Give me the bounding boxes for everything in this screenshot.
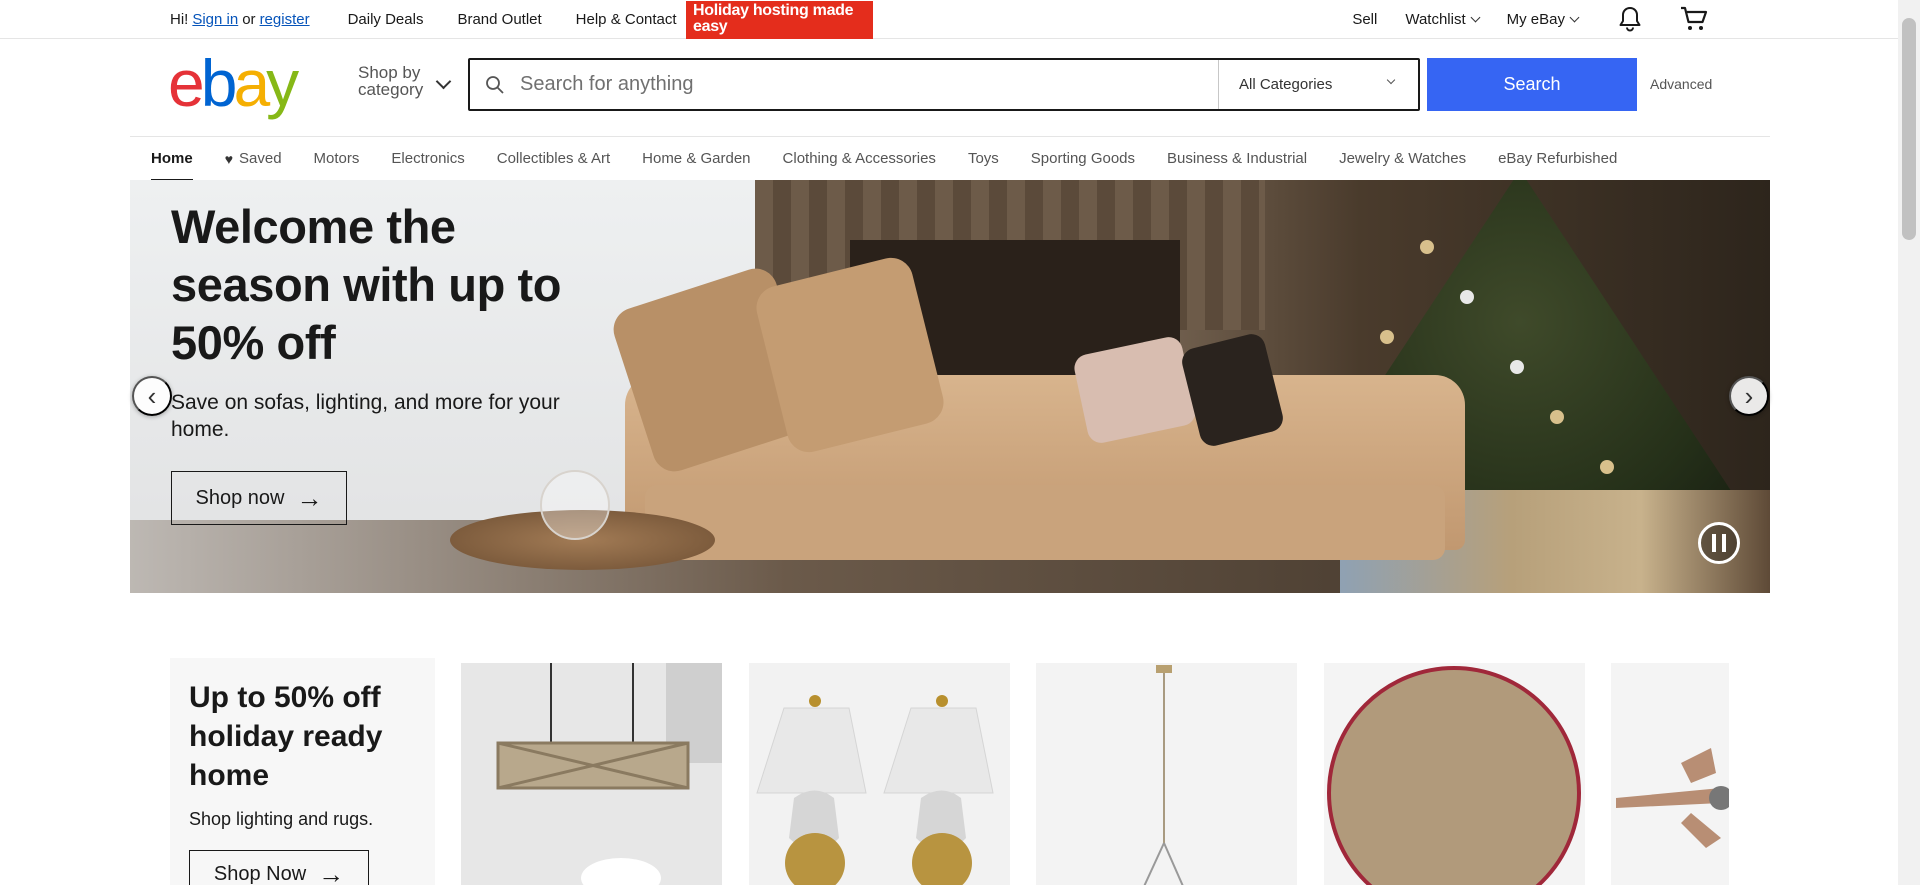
bell-icon [1619,7,1641,32]
nav-item-business-industrial[interactable]: Business & Industrial [1167,150,1307,167]
cart-icon [1681,6,1708,30]
category-nav: Home ♥ Saved Motors Electronics Collectib… [130,136,1770,181]
scrollbar-thumb[interactable] [1902,18,1916,240]
product-tile-chandelier[interactable] [461,663,722,885]
product-tile-table-lamps[interactable] [749,663,1010,885]
hero-subtitle: Save on sofas, lighting, and more for yo… [171,391,560,441]
nav-item-collectibles-art[interactable]: Collectibles & Art [497,150,610,167]
promo-card-shop-now-button[interactable]: Shop Now → [189,850,369,885]
hero-image-glass-jar [540,470,610,540]
carousel-next-button[interactable]: › [1729,376,1769,416]
promo-card-shop-now-label: Shop Now [213,862,307,885]
chevron-left-icon: ‹ [147,380,157,411]
pendant-light-image [1143,665,1184,885]
advanced-search-link[interactable]: Advanced [1650,76,1712,92]
promo-card-subtitle: Shop lighting and rugs. [189,809,374,829]
product-tile-round-rug[interactable] [1324,663,1585,885]
hero-text: Welcome the season with up to 50% off Sa… [171,198,591,443]
chevron-right-icon: › [1744,380,1754,411]
product-tile-pendant-light[interactable] [1036,663,1297,885]
register-link[interactable]: register [260,11,310,28]
top-bar-right: Sell Watchlist My eBay [1324,0,1708,38]
category-select-label: All Categories [1239,76,1333,93]
ornament [1380,330,1394,344]
ceiling-fan-image [1616,748,1729,848]
carousel-prev-button[interactable]: ‹ [132,376,172,416]
holiday-promo-banner[interactable]: Holiday hosting made easy [686,1,873,39]
ornament [1600,460,1614,474]
hero-shop-now-label: Shop now [195,486,285,509]
chandelier-image [496,663,722,885]
nav-item-toys[interactable]: Toys [968,150,999,167]
chevron-down-icon [1470,12,1481,22]
notifications-button[interactable] [1618,6,1642,32]
hero-banner[interactable]: Welcome the season with up to 50% off Sa… [130,180,1770,593]
ornament [1420,240,1434,254]
nav-item-saved[interactable]: ♥ Saved [225,150,282,167]
heart-icon: ♥ [224,150,233,167]
nav-item-saved-label: Saved [239,150,282,167]
promo-card: Up to 50% off holiday ready home Shop li… [170,658,435,885]
nav-item-motors[interactable]: Motors [314,150,360,167]
or-text: or [242,10,256,28]
my-ebay-menu[interactable]: My eBay [1506,10,1580,28]
page-scrollbar[interactable] [1898,0,1920,885]
nav-item-clothing-accessories[interactable]: Clothing & Accessories [783,150,936,167]
top-bar: Hi! Sign in or register Daily Deals Bran… [0,0,1898,39]
logo-letter-a: a [233,46,270,120]
cart-button[interactable] [1680,6,1708,32]
brand-outlet-link[interactable]: Brand Outlet [457,11,541,28]
logo-letter-y: y [266,46,299,120]
greeting-text: Hi! [170,10,189,28]
sell-link[interactable]: Sell [1352,11,1377,28]
ornament [1510,360,1524,374]
my-ebay-label: My eBay [1506,10,1565,28]
search-bar: All Categories [468,58,1420,111]
pause-icon-bar [1712,534,1716,552]
nav-item-home[interactable]: Home [151,150,193,181]
watchlist-menu[interactable]: Watchlist [1405,10,1481,28]
ebay-logo[interactable]: ebay [168,50,299,116]
nav-item-jewelry-watches[interactable]: Jewelry & Watches [1339,150,1466,167]
hero-image-sofa-seat [645,485,1445,560]
search-icon [470,60,520,109]
round-rug-image [1327,666,1581,885]
product-tile-ceiling-fan[interactable] [1611,663,1729,885]
category-select[interactable]: All Categories [1218,60,1418,109]
logo-letter-e: e [168,46,205,120]
promo-card-title: Up to 50% off holiday ready home [189,681,383,792]
ornament [1550,410,1564,424]
daily-deals-link[interactable]: Daily Deals [348,11,424,28]
search-input[interactable] [520,60,1218,109]
table-lamps-image [756,695,994,885]
help-contact-link[interactable]: Help & Contact [576,11,677,28]
search-button[interactable]: Search [1427,58,1637,111]
hero-title: Welcome the season with up to 50% off [171,200,562,369]
nav-item-home-garden[interactable]: Home & Garden [642,150,750,167]
logo-letter-b: b [200,46,238,120]
top-bar-left: Hi! Sign in or register Daily Deals Bran… [170,0,677,38]
sign-in-link[interactable]: Sign in [192,11,238,28]
ornament [1460,290,1474,304]
chevron-down-icon [435,73,452,90]
nav-item-electronics[interactable]: Electronics [391,150,464,167]
watchlist-label: Watchlist [1405,10,1466,28]
arrow-right-icon: → [296,483,323,513]
shop-by-category-label: Shop by category [358,63,424,99]
chevron-down-icon [1386,75,1396,85]
chevron-down-icon [1569,12,1580,22]
nav-item-sporting-goods[interactable]: Sporting Goods [1031,150,1135,167]
arrow-right-icon: → [318,859,345,885]
hero-shop-now-button[interactable]: Shop now → [171,471,347,525]
pause-icon-bar [1722,534,1726,552]
nav-item-ebay-refurbished[interactable]: eBay Refurbished [1498,150,1617,167]
carousel-pause-button[interactable] [1698,522,1740,564]
